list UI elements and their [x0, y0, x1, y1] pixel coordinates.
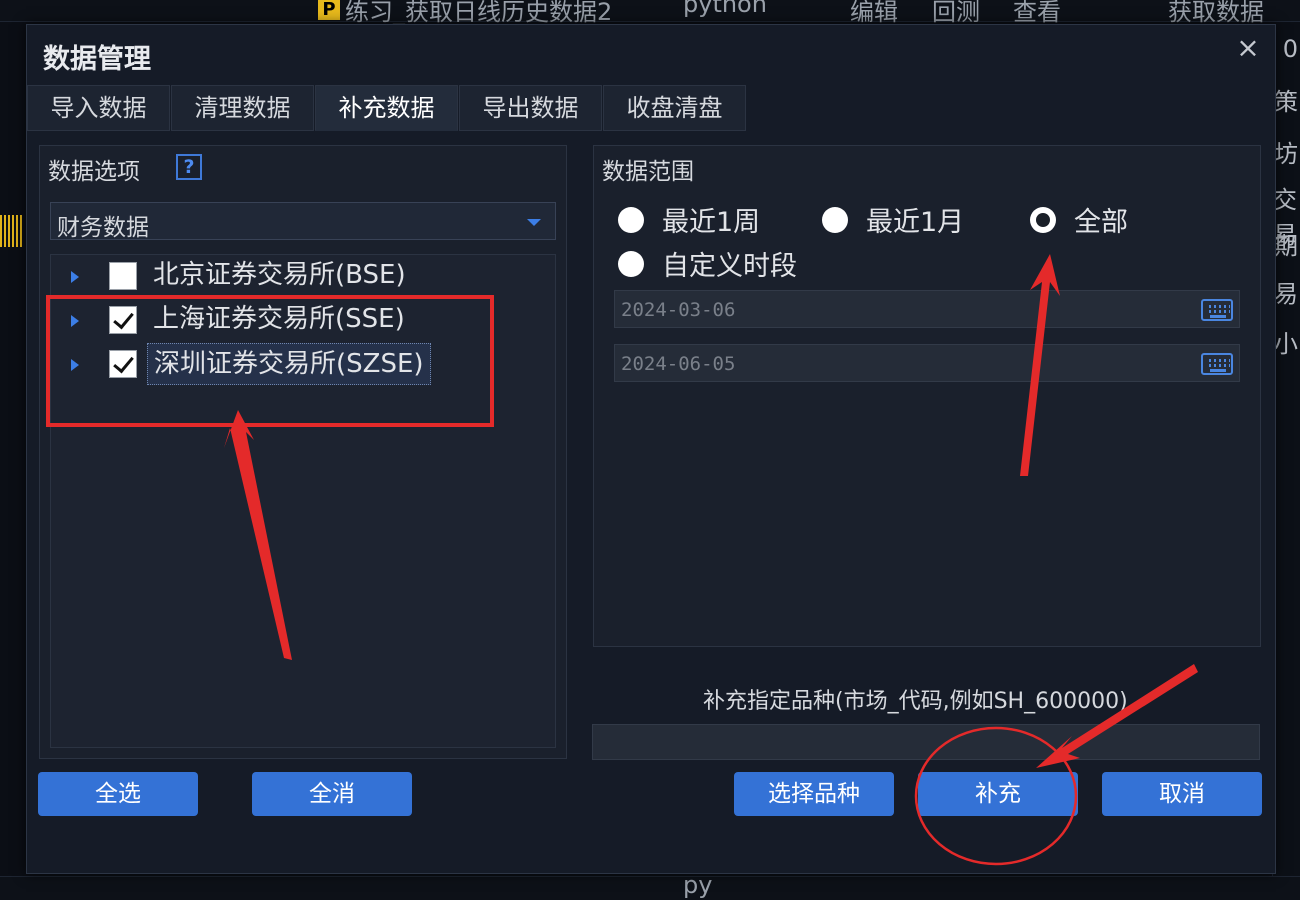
keyboard-icon[interactable] — [1201, 353, 1233, 375]
data-options-panel: 数据选项 ? 财务数据 北京证券交易所(BSE) 上海证券交易所(SSE) 深圳… — [39, 145, 567, 759]
supplement-button[interactable]: 补充 — [918, 772, 1078, 816]
bg-chart-bars — [0, 215, 22, 247]
background-toolbar: P 练习_获取日线历史数据2 python 编辑 回测 查看 获取数据 — [0, 0, 1300, 26]
checkbox-bse[interactable] — [109, 262, 137, 290]
background-right-column: 0 策 坊 交易 期 易 小 — [1272, 30, 1300, 900]
radio-last-week[interactable]: 最近1周 — [618, 200, 760, 239]
bg-get-data: 获取数据 — [1168, 0, 1264, 26]
radio-button[interactable] — [822, 206, 848, 233]
deselect-all-button[interactable]: 全消 — [252, 772, 412, 816]
bg-bottom-language: py — [683, 871, 713, 899]
bg-edit: 编辑 — [850, 0, 898, 26]
python-file-icon: P — [318, 0, 340, 20]
exchange-label: 北京证券交易所(BSE) — [153, 260, 406, 290]
symbol-hint-text: 补充指定品种(市场_代码,例如SH_600000) — [703, 689, 1128, 714]
tree-item-bse[interactable]: 北京证券交易所(BSE) — [51, 255, 555, 297]
radio-button[interactable] — [618, 206, 644, 233]
start-date-value: 2024-03-06 — [621, 299, 736, 321]
radio-custom-period[interactable]: 自定义时段 — [618, 244, 797, 283]
end-date-value: 2024-06-05 — [621, 353, 736, 375]
close-icon[interactable]: × — [1235, 34, 1261, 62]
bg-strategy-name: 练习_获取日线历史数据2 — [345, 0, 613, 26]
background-bottom-row: py — [0, 871, 1300, 900]
radio-label: 最近1周 — [662, 207, 761, 238]
data-options-title: 数据选项 — [48, 159, 140, 185]
bg-right-char: 坊 — [1274, 140, 1298, 168]
data-range-panel: 数据范围 最近1周 最近1月 全部 自定义时段 2024-03-06 2024-… — [593, 145, 1261, 647]
tab-clean-data[interactable]: 清理数据 — [171, 85, 314, 131]
radio-label: 自定义时段 — [662, 251, 797, 282]
data-type-value: 财务数据 — [57, 215, 149, 241]
bg-right-char: 期 — [1274, 232, 1298, 260]
end-date-field[interactable]: 2024-06-05 — [614, 344, 1240, 382]
chevron-down-icon — [527, 219, 541, 226]
radio-label: 最近1月 — [866, 207, 965, 238]
bg-right-char: 易 — [1274, 280, 1298, 308]
tab-supplement-data[interactable]: 补充数据 — [315, 85, 458, 131]
annotation-highlight-box — [46, 295, 494, 427]
help-icon[interactable]: ? — [176, 154, 202, 180]
choose-symbol-button[interactable]: 选择品种 — [734, 772, 894, 816]
cancel-button[interactable]: 取消 — [1102, 772, 1262, 816]
data-range-title: 数据范围 — [602, 159, 694, 185]
radio-button[interactable] — [618, 250, 644, 277]
keyboard-icon[interactable] — [1201, 299, 1233, 321]
radio-label: 全部 — [1074, 207, 1128, 238]
symbol-code-input[interactable] — [592, 724, 1260, 760]
tab-bar: 导入数据 清理数据 补充数据 导出数据 收盘清盘 — [27, 85, 747, 131]
expand-arrow-icon[interactable] — [71, 271, 79, 283]
bg-right-char: 小 — [1274, 330, 1298, 358]
bg-right-char: 0 — [1282, 35, 1298, 63]
tab-import-data[interactable]: 导入数据 — [27, 85, 170, 131]
dialog-title: 数据管理 — [43, 44, 151, 75]
tab-export-data[interactable]: 导出数据 — [459, 85, 602, 131]
bg-language: python — [683, 0, 767, 18]
radio-all[interactable]: 全部 — [1030, 200, 1128, 239]
tab-close-clearing[interactable]: 收盘清盘 — [603, 85, 746, 131]
data-type-select[interactable]: 财务数据 — [50, 202, 556, 241]
bg-right-char: 策 — [1274, 88, 1298, 116]
radio-button[interactable] — [1030, 206, 1056, 233]
bg-backtest: 回测 — [932, 0, 980, 26]
bg-view: 查看 — [1013, 0, 1061, 26]
select-all-button[interactable]: 全选 — [38, 772, 198, 816]
start-date-field[interactable]: 2024-03-06 — [614, 290, 1240, 328]
radio-last-month[interactable]: 最近1月 — [822, 200, 964, 239]
